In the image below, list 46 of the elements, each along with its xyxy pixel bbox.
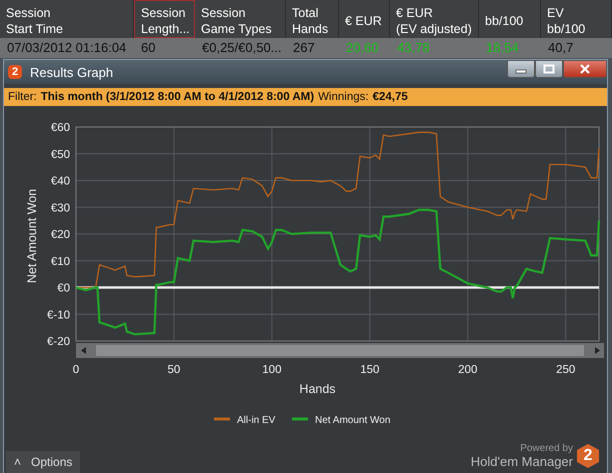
legend-label: All-in EV: [237, 415, 276, 426]
options-button[interactable]: ˄ Options: [6, 451, 80, 473]
close-icon: [579, 64, 591, 74]
maximize-button[interactable]: [535, 60, 563, 78]
close-button[interactable]: [563, 60, 607, 78]
x-tick-label: 50: [168, 364, 180, 376]
horizontal-scrollbar[interactable]: [76, 343, 604, 358]
x-tick-label: 250: [556, 364, 576, 376]
x-tick-label: 150: [360, 364, 380, 376]
table-cell-text: 267: [292, 39, 316, 57]
y-axis-title: Net Amount Won: [25, 188, 39, 284]
y-tick-label: €60: [50, 122, 70, 134]
y-tick-label: €-20: [46, 336, 70, 348]
table-cell-text: 40,7: [547, 39, 574, 57]
filter-label: Filter:: [8, 91, 37, 103]
product-name: Hold'em Manager: [470, 454, 573, 469]
legend-label: Net Amount Won: [315, 415, 390, 426]
table-cell-text: 20,60: [345, 39, 380, 57]
powered-by-text: Powered by: [520, 443, 573, 454]
column-header[interactable]: Session Length...: [134, 0, 195, 38]
table-cell-text: 60: [140, 39, 156, 57]
maximize-icon: [543, 64, 555, 74]
y-tick-label: €50: [50, 148, 70, 161]
y-tick-label: €40: [50, 176, 70, 188]
table-cell-text: €0,25/€0,50...: [201, 39, 283, 57]
legend-swatch: [292, 418, 308, 420]
x-tick-label: 200: [458, 364, 478, 376]
brand-logo: 2: [577, 444, 599, 468]
x-axis-title: Hands: [299, 382, 336, 396]
y-tick-label: €-10: [46, 309, 70, 322]
legend-swatch: [214, 418, 230, 420]
x-tick-label: 0: [72, 364, 80, 376]
table-cell-text: 07/03/2012 01:16:04: [6, 39, 128, 57]
winnings-value: €24,75: [372, 91, 408, 103]
y-tick-label: €10: [50, 256, 70, 268]
table-cell-text: 43,78: [396, 39, 431, 57]
window-title: Results Graph: [30, 64, 114, 80]
table-cell-text: 18,54: [485, 39, 520, 57]
app-logo: 2: [8, 65, 22, 79]
winnings-label: Winnings:: [318, 91, 369, 103]
y-tick-label: €0: [57, 282, 70, 294]
y-tick-label: €30: [50, 202, 70, 214]
y-tick-label: €20: [50, 229, 70, 241]
filter-value: This month (3/1/2012 8:00 AM to 4/1/2012 8:00 AM): [40, 91, 314, 103]
minimize-button[interactable]: [507, 60, 535, 78]
x-tick-label: 100: [262, 364, 282, 376]
